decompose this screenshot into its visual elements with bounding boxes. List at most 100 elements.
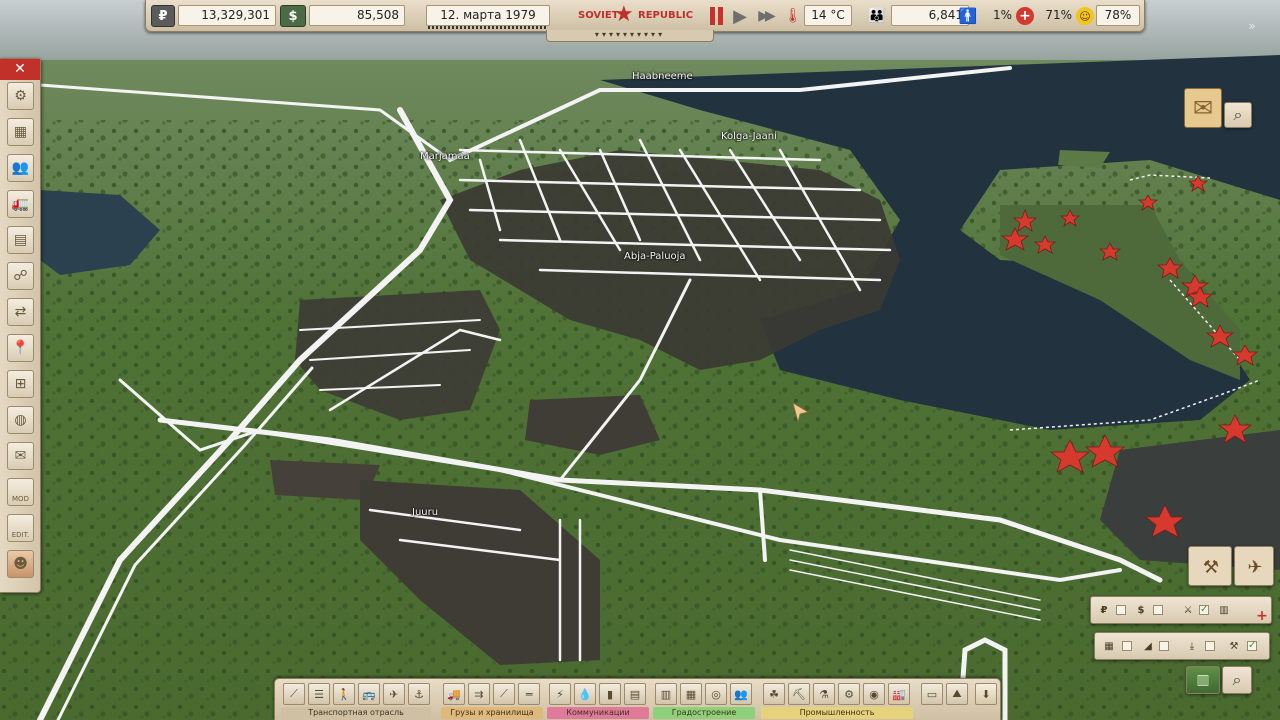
globe-icon[interactable]: ◍	[7, 406, 34, 434]
dollar-icon: $	[280, 5, 306, 27]
top-status-bar: ₽ 13,329,301 $ 85,508 12. марта 1979 SOV…	[145, 0, 1145, 32]
unit-card-left[interactable]: ⚒	[1188, 546, 1232, 586]
mail-icon[interactable]: ✉	[7, 442, 34, 470]
health-cross-icon: +	[1016, 7, 1034, 25]
terrain-filter-checkbox[interactable]	[1122, 641, 1132, 651]
mod-button[interactable]: MOD	[7, 478, 34, 506]
pause-button[interactable]	[706, 5, 726, 27]
military-filter-icon: ⚔	[1183, 604, 1193, 616]
trade-icon[interactable]: ⇄	[7, 298, 34, 326]
signal-filter-checkbox[interactable]	[1159, 641, 1169, 651]
building-filter-icon: ▥	[1219, 604, 1229, 616]
rail-tool-icon[interactable]: ☰	[308, 683, 330, 705]
signal-filter-icon: ◢	[1144, 640, 1152, 652]
metal-tool-icon[interactable]: ⚙	[838, 683, 860, 705]
sidebar-close-button[interactable]: ✕	[0, 59, 40, 80]
game-date[interactable]: 12. марта 1979	[426, 5, 550, 26]
conveyor-tool-icon[interactable]: ⇉	[468, 683, 490, 705]
gear-icon[interactable]: ⚙	[7, 82, 34, 110]
map-label-kolga-jaani[interactable]: Kolga-Jaani	[721, 131, 777, 142]
mining-tool-icon[interactable]: ⛏	[788, 683, 810, 705]
map-label-abja-paluoja[interactable]: Abja-Paluoja	[624, 251, 686, 262]
map-label-haabneeme[interactable]: Haabneeme	[632, 71, 693, 82]
left-sidebar: ✕ ⚙ ▦ 👥 🚛 ▤ ☍ ⇄ 📍 ⊞ ◍ ✉ MOD EDIT. ☻	[0, 58, 41, 593]
dollar-filter-checkbox[interactable]	[1153, 605, 1163, 615]
search-magnifier-icon[interactable]: ⌕	[1224, 102, 1252, 128]
filter-panel-infrastructure: ▦ ◢ ⤓ ⚒ ✓	[1094, 632, 1270, 660]
district-add-icon[interactable]: ⊞	[7, 370, 34, 398]
fast-forward-button[interactable]: ▶▶	[752, 5, 778, 27]
ruble-filter-checkbox[interactable]	[1116, 605, 1126, 615]
date-progress	[428, 26, 548, 29]
waste-tool-icon[interactable]: ▤	[624, 683, 646, 705]
unemployment-value: 1%	[992, 8, 1012, 22]
documents-icon[interactable]: ▤	[7, 226, 34, 254]
network-icon[interactable]: ☍	[7, 262, 34, 290]
ruble-balance: 13,329,301	[178, 5, 276, 26]
filter-panel-economy: ₽ $ ⚔ ✓ ▥ +	[1090, 596, 1272, 624]
ruble-filter-icon: ₽	[1100, 604, 1108, 616]
zoom-search-icon[interactable]: ⌕	[1222, 666, 1252, 694]
collapse-chevrons-icon[interactable]: »	[1244, 18, 1260, 34]
dollar-filter-icon: $	[1137, 604, 1145, 616]
culture-tool-icon[interactable]: ◎	[705, 683, 727, 705]
category-cargo[interactable]: Грузы и хранилища	[441, 707, 543, 719]
demolish-download-icon[interactable]: ⬇	[975, 683, 997, 705]
map-label-marjamaa[interactable]: Marjamaa	[420, 151, 470, 162]
game-world-map[interactable]	[0, 0, 1280, 720]
farm-tool-icon[interactable]: ☘	[763, 683, 785, 705]
category-city-building[interactable]: Градостроение	[653, 707, 755, 719]
bottom-build-toolbar: ⟋ ☰ 🚶 🚌 ✈ ⚓ Транспортная отрасль 🚚 ⇉ ⟋ ═…	[274, 678, 1001, 720]
chemical-tool-icon[interactable]: ⚗	[813, 683, 835, 705]
portrait-icon[interactable]: ☻	[7, 550, 34, 578]
people-icon[interactable]: 👥	[7, 154, 34, 182]
unit-card-right[interactable]: ✈	[1234, 546, 1274, 586]
housing-tool-icon[interactable]: ▥	[655, 683, 677, 705]
thermometer-icon: 🌡	[784, 8, 802, 24]
happiness-smiley-icon: ☺	[1076, 7, 1094, 25]
heating-tool-icon[interactable]: ▮	[599, 683, 621, 705]
temperature-value: 14 °C	[804, 5, 852, 26]
plane-tool-icon[interactable]: ✈	[383, 683, 405, 705]
aircraft-icon: ✈	[1247, 556, 1263, 578]
happiness-value: 78%	[1096, 5, 1140, 26]
oil-tool-icon[interactable]: ◉	[863, 683, 885, 705]
warehouse-icon[interactable]: ▦	[7, 118, 34, 146]
mail-envelope-icon[interactable]: ✉	[1184, 88, 1222, 128]
ruble-icon: ₽	[151, 5, 175, 27]
add-filter-icon[interactable]: +	[1255, 608, 1269, 624]
game-logo: SOVIET ★ REPUBLIC	[576, 4, 708, 28]
shop-tool-icon[interactable]: ▦	[680, 683, 702, 705]
military-filter-checkbox[interactable]: ✓	[1199, 605, 1209, 615]
truck-tool-icon[interactable]: 🚚	[443, 683, 465, 705]
port-tool-icon[interactable]: ⚓	[408, 683, 430, 705]
map-layers-icon[interactable]: ▥	[1186, 666, 1220, 694]
vehicles-icon[interactable]: 🚛	[7, 190, 34, 218]
category-industry[interactable]: Промышленность	[761, 707, 913, 719]
tools-filter-checkbox[interactable]: ✓	[1247, 641, 1257, 651]
terrain-tool-icon[interactable]: ▭	[921, 683, 943, 705]
pedestrian-tool-icon[interactable]: 🚶	[333, 683, 355, 705]
cable-car-tool-icon[interactable]: ⟋	[493, 683, 515, 705]
download-filter-icon: ⤓	[1189, 640, 1195, 652]
citizens-tool-icon[interactable]: 👥	[730, 683, 752, 705]
play-button[interactable]: ▶	[730, 5, 750, 27]
category-communications[interactable]: Коммуникации	[547, 707, 649, 719]
map-label-juuru[interactable]: Juuru	[412, 507, 438, 518]
logo-star-icon: ★	[614, 2, 634, 27]
category-transport[interactable]: Транспортная отрасль	[281, 707, 431, 719]
tools-filter-icon: ⚒	[1229, 640, 1239, 652]
factory-tool-icon[interactable]: 🏭	[888, 683, 910, 705]
power-line-tool-icon[interactable]: ⚡	[549, 683, 571, 705]
road-tool-icon[interactable]: ⟋	[283, 683, 305, 705]
pipeline-tool-icon[interactable]: ═	[518, 683, 540, 705]
location-pin-icon[interactable]: 📍	[7, 334, 34, 362]
population-icon: 👪	[868, 8, 886, 24]
landscape-tool-icon[interactable]: ⛰	[946, 683, 968, 705]
health-value: 71%	[1045, 8, 1072, 22]
download-filter-checkbox[interactable]	[1205, 641, 1215, 651]
expand-panel-tab[interactable]: ▾▾▾▾▾▾▾▾▾▾	[546, 30, 714, 42]
edit-button[interactable]: EDIT.	[7, 514, 34, 542]
bus-tool-icon[interactable]: 🚌	[358, 683, 380, 705]
water-tool-icon[interactable]: 💧	[574, 683, 596, 705]
